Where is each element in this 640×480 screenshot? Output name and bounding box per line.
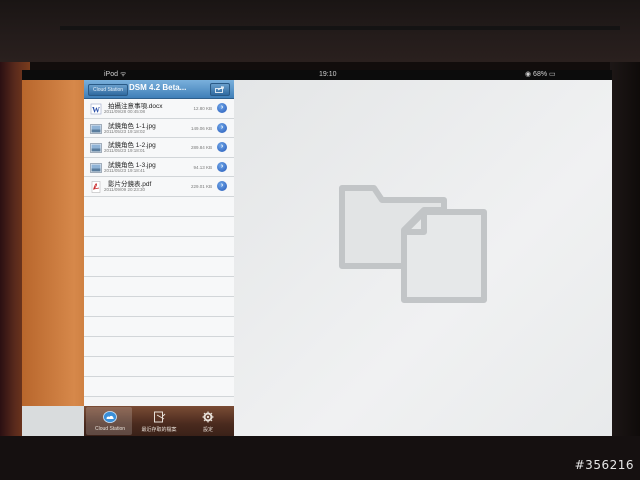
detail-pane xyxy=(234,80,612,436)
file-browser-panel: Cloud Station DSM 4.2 Beta... W 拍攝注意事項.do… xyxy=(84,80,234,436)
empty-list-row xyxy=(84,356,234,377)
navigation-bar: Cloud Station DSM 4.2 Beta... xyxy=(84,80,234,99)
file-date: 2011/09/09 20:23:30 xyxy=(104,187,145,192)
file-size: 94.13 KB xyxy=(193,164,212,170)
empty-list-row xyxy=(84,236,234,257)
file-date: 2011/05/23 19:18:01 xyxy=(104,148,145,153)
device-screen: iPod ᯤ 19:10 ◉ 68% ▭ Cloud Station DSM 4… xyxy=(22,70,612,436)
chevron-right-icon[interactable]: › xyxy=(217,122,227,133)
svg-text:W: W xyxy=(92,106,100,115)
file-size: 289.84 KB xyxy=(190,145,212,150)
word-document-icon: W xyxy=(90,102,102,115)
carrier-label: iPod ᯤ xyxy=(104,71,127,78)
back-button[interactable]: Cloud Station xyxy=(88,84,129,96)
clock: 19:10 xyxy=(319,71,337,78)
share-button[interactable] xyxy=(210,83,230,96)
file-date: 2011/05/23 19:18:41 xyxy=(104,167,145,173)
image-file-icon xyxy=(90,141,102,153)
empty-list-row xyxy=(84,336,234,357)
tab-bar: Cloud Station 最近存取的檔案 設定 xyxy=(84,406,234,436)
file-list: W 拍攝注意事項.docx 2011/09/28 00:45:08 12.80 KB ›… xyxy=(84,99,234,397)
empty-list-row xyxy=(84,276,234,297)
tab-gear[interactable]: 設定 xyxy=(184,406,232,436)
empty-list-row xyxy=(84,376,234,397)
empty-list-row xyxy=(84,196,234,217)
battery-indicator: ◉ 68% ▭ xyxy=(525,71,556,78)
file-size: 149.06 KB xyxy=(190,125,212,131)
share-icon xyxy=(215,86,225,93)
tab-cloud[interactable]: Cloud Station xyxy=(86,406,134,436)
tab-label: 設定 xyxy=(202,427,213,433)
file-size: 229.01 KB xyxy=(190,184,212,189)
empty-list-row xyxy=(84,216,234,237)
file-row[interactable]: 試鏡角色 1-2.jpg 2011/05/23 19:18:01 289.84 KB… xyxy=(84,138,234,158)
pdf-file-icon xyxy=(90,180,102,193)
file-row[interactable]: W 拍攝注意事項.docx 2011/09/28 00:45:08 12.80 KB › xyxy=(84,99,234,119)
empty-list-row xyxy=(84,296,234,317)
file-date: 2011/09/28 00:45:08 xyxy=(104,109,145,114)
tab-recent-files[interactable]: 最近存取的檔案 xyxy=(135,406,183,436)
file-date: 2011/05/23 19:18:02 xyxy=(104,128,145,134)
file-row[interactable]: 影片分鏡表.pdf 2011/09/09 20:23:30 229.01 KB › xyxy=(84,177,234,197)
image-file-icon xyxy=(90,161,102,173)
file-row[interactable]: 試鏡角色 1-1.jpg 2011/05/23 19:18:02 149.06 KB… xyxy=(84,118,234,138)
photo-background-right xyxy=(610,62,640,442)
watermark: #356216 xyxy=(574,458,634,472)
photo-background-bottom xyxy=(0,436,640,480)
file-row[interactable]: 試鏡角色 1-3.jpg 2011/05/23 19:18:41 94.13 KB › xyxy=(84,157,234,177)
chevron-right-icon[interactable]: › xyxy=(217,181,227,191)
empty-list-row xyxy=(84,316,234,337)
image-file-icon xyxy=(90,122,102,134)
chevron-right-icon[interactable]: › xyxy=(217,103,227,113)
chevron-right-icon[interactable]: › xyxy=(217,161,227,172)
photo-background-top xyxy=(0,0,640,62)
folder-and-file-icon xyxy=(339,185,487,303)
file-size: 12.80 KB xyxy=(193,106,212,111)
status-bar: iPod ᯤ 19:10 ◉ 68% ▭ xyxy=(22,70,612,80)
empty-list-row xyxy=(84,256,234,277)
nav-title: DSM 4.2 Beta... xyxy=(129,83,187,92)
tab-label: 最近存取的檔案 xyxy=(141,427,177,433)
tab-label: Cloud Station xyxy=(94,426,126,432)
chevron-right-icon[interactable]: › xyxy=(217,142,227,152)
